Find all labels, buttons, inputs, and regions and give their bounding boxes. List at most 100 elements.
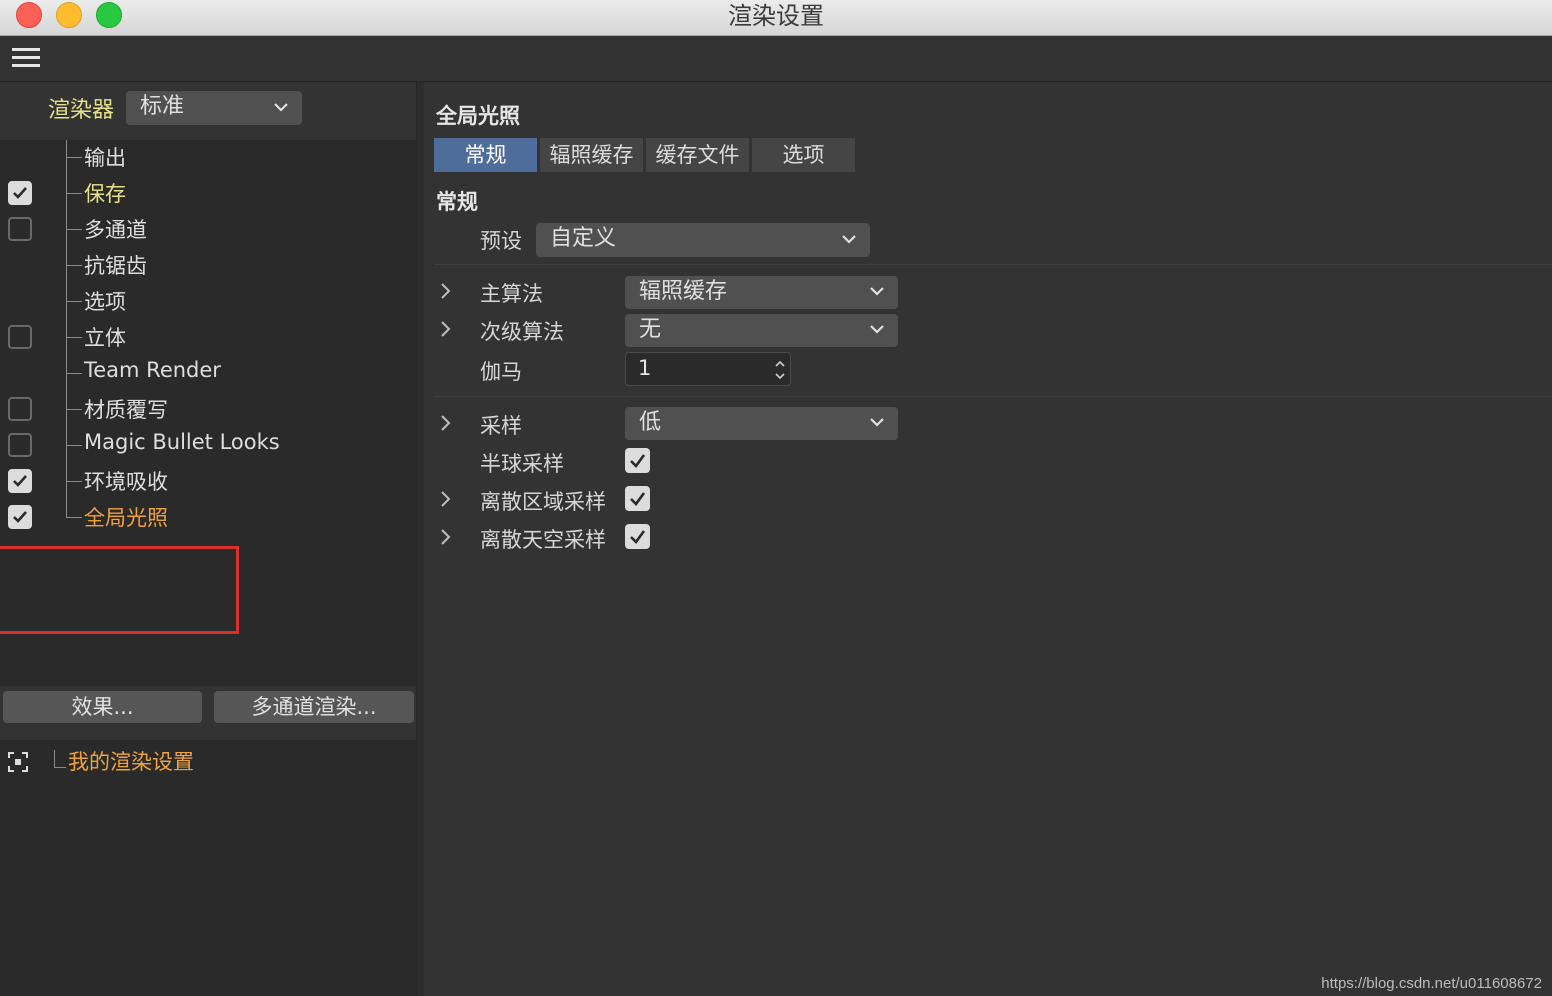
multipass-render-button[interactable]: 多通道渲染...: [214, 691, 414, 723]
title-bar: 渲染设置: [0, 0, 1552, 36]
chevron-right-icon[interactable]: [438, 527, 452, 547]
effects-button[interactable]: 效果...: [3, 691, 202, 723]
checkmark-icon: [13, 187, 27, 199]
checkmark-icon: [13, 475, 27, 487]
section-title: 全局光照: [436, 104, 520, 128]
render-setting-icon[interactable]: [8, 752, 28, 772]
tree-connector: [66, 157, 82, 158]
sidebar-item-label: 材质覆写: [84, 398, 168, 422]
gamma-label: 伽马: [480, 360, 522, 384]
tree-connector: [66, 337, 82, 338]
sidebar-item-global-illumination[interactable]: 全局光照: [0, 500, 416, 536]
chevron-right-icon[interactable]: [438, 413, 452, 433]
enable-checkbox[interactable]: [8, 181, 32, 205]
sampling-select[interactable]: 低: [625, 407, 898, 440]
secondary-method-label: 次级算法: [480, 320, 564, 344]
sidebar-item-material-override[interactable]: 材质覆写: [0, 392, 416, 428]
menu-bar: [0, 36, 1552, 82]
sidebar-item-label: 全局光照: [84, 506, 168, 530]
chevron-down-icon: [870, 325, 884, 334]
chevron-right-icon[interactable]: [438, 281, 452, 301]
chevron-down-icon: [870, 287, 884, 296]
checkmark-icon: [630, 530, 646, 544]
sidebar-item-team-render[interactable]: Team Render: [0, 356, 416, 392]
watermark-text: https://blog.csdn.net/u011608672: [1321, 975, 1542, 992]
sidebar-item-options[interactable]: 选项: [0, 284, 416, 320]
tab-cache-files[interactable]: 缓存文件: [646, 138, 749, 172]
render-presets-list: 我的渲染设置: [0, 740, 416, 996]
sidebar-item-label: 环境吸收: [84, 470, 168, 494]
tree-connector: [66, 481, 82, 482]
chevron-right-icon[interactable]: [438, 319, 452, 339]
preset-item-my-render-settings[interactable]: 我的渲染设置: [68, 746, 194, 776]
sidebar-item-output[interactable]: 输出: [0, 140, 416, 176]
tree-connector: [66, 193, 82, 194]
sidebar-item-magic-bullet-looks[interactable]: Magic Bullet Looks: [0, 428, 416, 464]
preset-select[interactable]: 自定义: [536, 223, 870, 257]
tab-options[interactable]: 选项: [752, 138, 855, 172]
secondary-method-select[interactable]: 无: [625, 314, 898, 347]
checkmark-icon: [13, 511, 27, 523]
hamburger-menu-icon[interactable]: [12, 48, 40, 68]
sidebar-item-stereoscopic[interactable]: 立体: [0, 320, 416, 356]
enable-checkbox[interactable]: [8, 433, 32, 457]
enable-checkbox[interactable]: [8, 505, 32, 529]
sidebar-item-antialiasing[interactable]: 抗锯齿: [0, 248, 416, 284]
tree-connector: [66, 301, 82, 302]
tab-irradiance-cache[interactable]: 辐照缓存: [540, 138, 643, 172]
tree-connector: [66, 229, 82, 230]
preset-select-value: 自定义: [550, 226, 617, 251]
sidebar-item-label: 选项: [84, 290, 126, 314]
enable-checkbox[interactable]: [8, 217, 32, 241]
window-title: 渲染设置: [728, 2, 824, 30]
primary-method-label: 主算法: [480, 282, 543, 306]
enable-checkbox[interactable]: [8, 325, 32, 349]
sidebar-item-label: 保存: [84, 182, 126, 206]
sampling-label: 采样: [480, 414, 522, 438]
sidebar-item-label: Team Render: [84, 358, 221, 382]
checkmark-icon: [630, 454, 646, 468]
primary-method-select[interactable]: 辐照缓存: [625, 276, 898, 309]
tab-general[interactable]: 常规: [434, 138, 537, 172]
chevron-down-icon: [842, 235, 856, 244]
group-title: 常规: [436, 190, 478, 214]
separator: [434, 264, 1552, 265]
discrete-area-sampling-checkbox[interactable]: [625, 486, 650, 511]
sampling-value: 低: [639, 410, 662, 435]
sidebar-item-ambient-occlusion[interactable]: 环境吸收: [0, 464, 416, 500]
tree-connector: [66, 373, 82, 374]
sidebar-item-label: 输出: [84, 146, 126, 170]
separator: [434, 396, 1552, 397]
sidebar-item-multipass[interactable]: 多通道: [0, 212, 416, 248]
tree-connector: [66, 265, 82, 266]
stepper-arrows-icon[interactable]: [774, 357, 786, 383]
chevron-right-icon[interactable]: [438, 489, 452, 509]
hemisphere-sampling-label: 半球采样: [480, 452, 564, 476]
left-panel: 渲染器 标准 输出保存多通道抗锯齿选项立体 Team Render 材质覆写 Magi…: [0, 82, 416, 996]
chevron-down-icon: [870, 418, 884, 427]
enable-checkbox[interactable]: [8, 469, 32, 493]
sidebar-item-save[interactable]: 保存: [0, 176, 416, 212]
enable-checkbox[interactable]: [8, 397, 32, 421]
sidebar-item-label: 抗锯齿: [84, 254, 147, 278]
hemisphere-sampling-checkbox[interactable]: [625, 448, 650, 473]
discrete-sky-sampling-checkbox[interactable]: [625, 524, 650, 549]
sidebar-item-label: 立体: [84, 326, 126, 350]
discrete-sky-sampling-label: 离散天空采样: [480, 528, 606, 552]
tree-connector: [54, 767, 66, 768]
discrete-area-sampling-label: 离散区域采样: [480, 490, 606, 514]
renderer-select-value: 标准: [140, 94, 185, 119]
renderer-select[interactable]: 标准: [126, 91, 302, 125]
tree-connector: [66, 445, 82, 446]
checkmark-icon: [630, 492, 646, 506]
sidebar-item-label: Magic Bullet Looks: [84, 430, 280, 454]
right-panel: 全局光照 常规 辐照缓存 缓存文件 选项 常规 预设 自定义 主算法 辐照缓存 …: [424, 82, 1552, 996]
sidebar-item-label: 多通道: [84, 218, 147, 242]
gamma-input[interactable]: 1: [625, 352, 791, 386]
gamma-value: 1: [638, 356, 652, 380]
secondary-method-value: 无: [639, 317, 662, 342]
highlight-annotation-box: [0, 546, 239, 634]
renderer-label: 渲染器: [48, 98, 115, 123]
tree-connector: [66, 517, 82, 518]
primary-method-value: 辐照缓存: [639, 279, 728, 304]
